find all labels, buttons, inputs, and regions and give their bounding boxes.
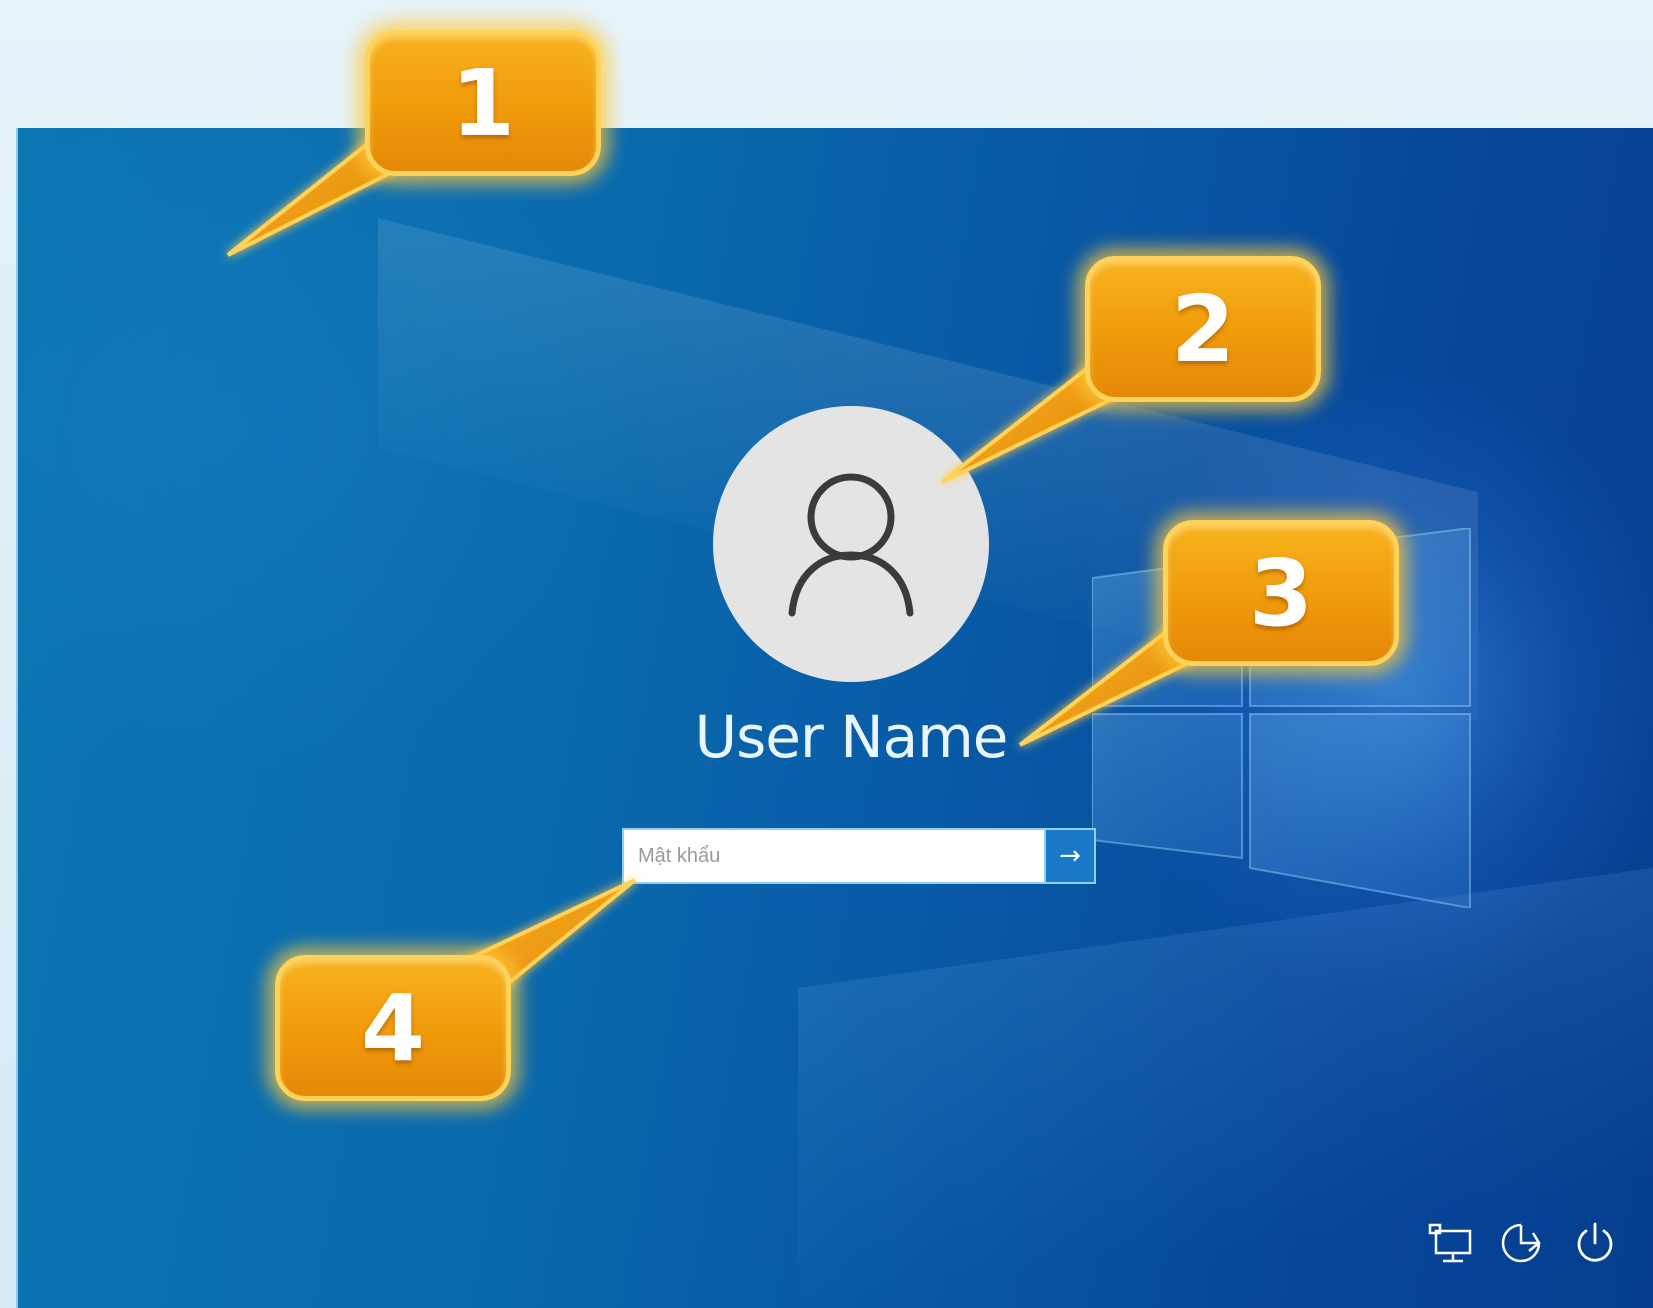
network-button[interactable] [1426, 1218, 1476, 1268]
callout-2: 2 [1085, 256, 1321, 402]
accessibility-button[interactable] [1496, 1218, 1546, 1268]
submit-arrow-button[interactable]: → [1044, 830, 1094, 882]
callout-3: 3 [1163, 520, 1399, 666]
power-icon [1577, 1222, 1613, 1262]
power-button[interactable] [1570, 1218, 1620, 1268]
user-avatar [713, 406, 989, 682]
windows-lock-screen: User Name → [16, 128, 1653, 1308]
password-input[interactable] [624, 830, 1044, 882]
network-icon [1428, 1223, 1472, 1263]
arrow-right-icon: → [1059, 841, 1081, 871]
user-icon [788, 473, 914, 617]
user-name-label: User Name [694, 703, 1009, 771]
screenshot-canvas: User Name → 1 2 3 4 [0, 0, 1653, 1308]
callout-4: 4 [275, 955, 511, 1101]
accessibility-icon [1501, 1223, 1541, 1263]
callout-1: 1 [365, 30, 601, 176]
password-field-group: → [622, 828, 1096, 884]
